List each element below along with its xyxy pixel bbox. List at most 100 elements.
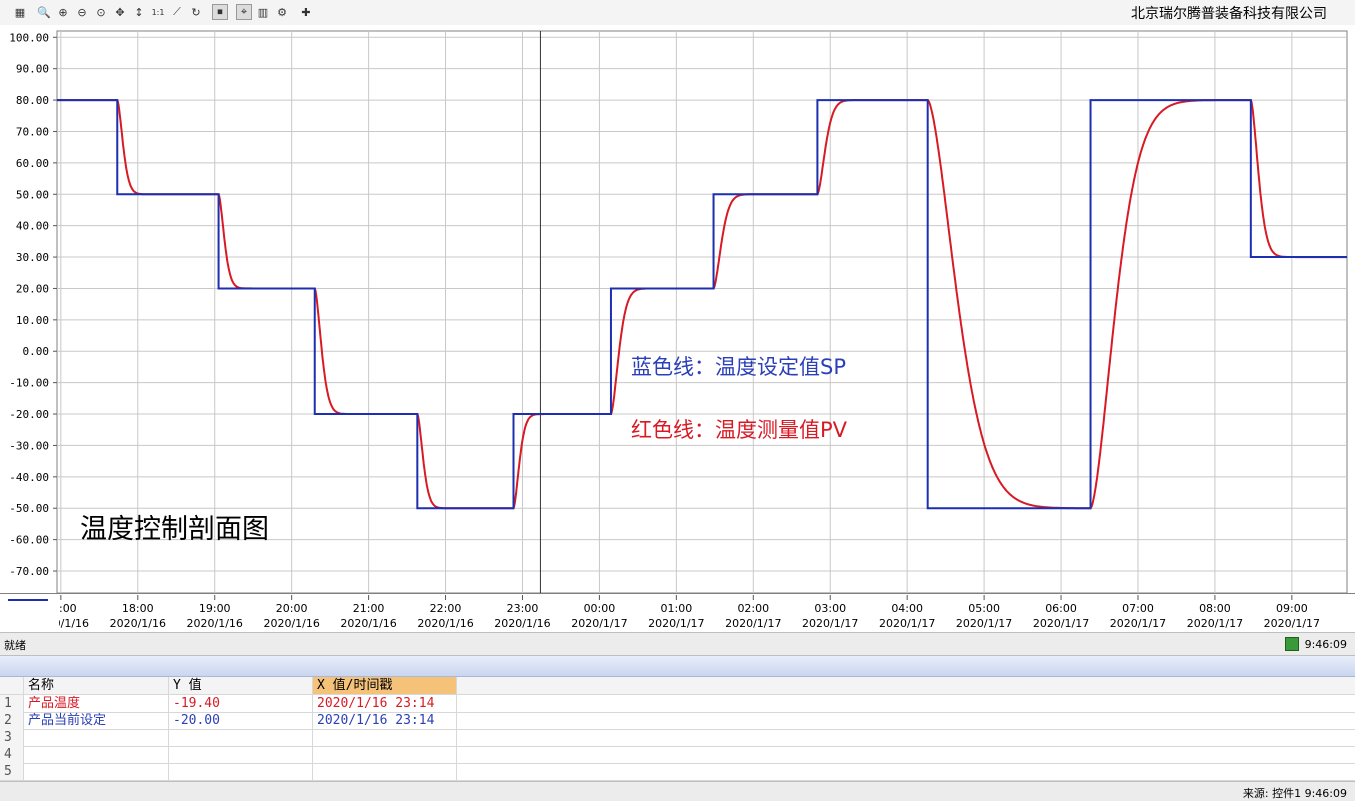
table-row[interactable]: 5 [0, 763, 1355, 781]
x-tick-label: 19:00 [199, 602, 231, 615]
stop-icon[interactable]: ⏹ [212, 4, 228, 20]
pen-y-value [169, 763, 313, 780]
x-tick-date: 2020/1/16 [263, 617, 319, 630]
y-tick-label: -20.00 [9, 408, 49, 421]
y-tick-label: 80.00 [16, 94, 49, 107]
source-value: 控件1 [1272, 787, 1302, 800]
pen-y-value [169, 729, 313, 746]
company-name: 北京瑞尔腾普装备科技有限公司 [1131, 6, 1327, 22]
y-tick-label: -60.00 [9, 534, 49, 547]
cursor-value-table: 名称 Y 值 X 值/时间戳 1 产品温度 -19.40 2020/1/16 23:1… [0, 677, 1355, 781]
x-tick-date: 2020/1/16 [187, 617, 243, 630]
x-tick-label: 21:00 [353, 602, 385, 615]
row-number: 1 [0, 695, 24, 712]
x-tick-label: 09:00 [1276, 602, 1308, 615]
chart-title: 温度控制剖面图 [80, 514, 269, 545]
cursor-icon[interactable]: ⌖ [236, 4, 252, 20]
network-icon [1284, 637, 1299, 651]
x-tick-label: 07:00 [1122, 602, 1154, 615]
toolbar: ▦ 🔍 ⊕ ⊖ ⊙ ✥ ↕ 1:1 ⟋ ↻ ⏹ ⌖ ▥ ⚙ ✚ 北京瑞尔腾普装备科技有限公司 [0, 0, 1355, 26]
x-tick-label: 05:00 [968, 602, 1000, 615]
table-header-row: 名称 Y 值 X 值/时间戳 [0, 677, 1355, 695]
table-row[interactable]: 4 [0, 746, 1355, 764]
sp-annotation: 蓝色线：温度设定值SP [631, 355, 846, 379]
x-tick-label: 02:00 [737, 602, 769, 615]
pen-name: 产品当前设定 [24, 712, 169, 729]
pen-name: 产品温度 [24, 695, 169, 712]
x-tick-date: 2020/1/16 [417, 617, 473, 630]
column-header-y[interactable]: Y 值 [169, 677, 313, 694]
x-tick-label: 01:00 [661, 602, 693, 615]
axis-mask-right [1347, 594, 1355, 632]
x-tick-label: 18:00 [122, 602, 154, 615]
y-tick-label: 10.00 [16, 314, 49, 327]
add-pen-icon[interactable]: ✚ [298, 4, 314, 20]
x-tick-date: 2020/1/17 [1264, 617, 1320, 630]
x-tick-date: 2020/1/16 [340, 617, 396, 630]
status-time: 9:46:09 [1304, 637, 1347, 651]
x-tick-label: 23:00 [507, 602, 539, 615]
zoom-out-icon[interactable]: ⊖ [74, 4, 90, 20]
pv-annotation: 红色线：温度测量值PV [631, 418, 848, 442]
pen-x-value [313, 763, 457, 780]
x-tick-date: 2020/1/17 [802, 617, 858, 630]
source-label: 来源: [1242, 787, 1269, 800]
x-tick-date: 2020/1/16 [110, 617, 166, 630]
table-row[interactable]: 1 产品温度 -19.40 2020/1/16 23:14 [0, 695, 1355, 713]
zoom-in-icon[interactable]: ⊕ [55, 4, 71, 20]
zoom-fit-icon[interactable]: ⊙ [93, 4, 109, 20]
pen-name [24, 763, 169, 780]
column-header-name[interactable]: 名称 [24, 677, 169, 694]
y-tick-label: 20.00 [16, 282, 49, 295]
column-header-x[interactable]: X 值/时间戳 [313, 677, 457, 694]
vertical-scale-icon[interactable]: ↕ [131, 4, 147, 20]
x-tick-date: 2020/1/17 [1110, 617, 1166, 630]
y-tick-label: 50.00 [16, 188, 49, 201]
y-tick-label: 40.00 [16, 220, 49, 233]
pen-x-value [313, 729, 457, 746]
status-bar: 就绪 9:46:09 [0, 632, 1355, 656]
chart-icon[interactable]: ▥ [255, 4, 271, 20]
footer-bar: 来源: 控件1 9:46:09 [0, 781, 1355, 801]
grid-icon[interactable]: ▦ [12, 4, 28, 20]
trend-icon[interactable]: ⟋ [169, 4, 185, 20]
x-tick-date: 2020/1/17 [1033, 617, 1089, 630]
settings-icon[interactable]: ⚙ [274, 4, 290, 20]
x-tick-label: 22:00 [430, 602, 462, 615]
pen-name [24, 729, 169, 746]
pen-y-value [169, 746, 313, 763]
y-tick-label: 0.00 [23, 345, 50, 358]
x-tick-date: 2020/1/17 [1187, 617, 1243, 630]
row-number: 5 [0, 763, 24, 780]
x-tick-date: 2020/1/17 [725, 617, 781, 630]
footer-time: 9:46:09 [1304, 787, 1347, 800]
y-tick-label: 70.00 [16, 125, 49, 138]
trend-chart[interactable]: 100.00 90.00 80.00 70.00 60.00 50.00 40.00 30.0… [0, 25, 1355, 632]
row-number: 3 [0, 729, 24, 746]
x-axis-line [0, 593, 1355, 594]
x-tick-date: 2020/1/17 [879, 617, 935, 630]
pen-y-value: -20.00 [169, 712, 313, 729]
table-row[interactable]: 3 [0, 729, 1355, 747]
y-tick-label: 100.00 [9, 31, 49, 44]
chart-svg[interactable]: 100.00 90.00 80.00 70.00 60.00 50.00 40.00 30.0… [0, 25, 1355, 632]
x-tick-label: 03:00 [814, 602, 846, 615]
pen-name [24, 746, 169, 763]
status-text: 就绪 [4, 639, 26, 652]
pen-x-value [313, 746, 457, 763]
pan-icon[interactable]: ✥ [112, 4, 128, 20]
y-tick-label: -70.00 [9, 565, 49, 578]
x-tick-label: 20:00 [276, 602, 308, 615]
reset-icon[interactable]: ↻ [188, 4, 204, 20]
y-tick-label: -30.00 [9, 439, 49, 452]
y-tick-label: -10.00 [9, 377, 49, 390]
row-number: 4 [0, 746, 24, 763]
x-tick-label: 00:00 [584, 602, 616, 615]
zoom-icon[interactable]: 🔍 [36, 4, 52, 20]
panel-separator [0, 656, 1355, 677]
x-tick-label: 08:00 [1199, 602, 1231, 615]
one-to-one-icon[interactable]: 1:1 [150, 4, 166, 20]
x-tick-date: 2020/1/17 [648, 617, 704, 630]
pen-x-value: 2020/1/16 23:14 [313, 695, 457, 712]
table-row[interactable]: 2 产品当前设定 -20.00 2020/1/16 23:14 [0, 712, 1355, 730]
